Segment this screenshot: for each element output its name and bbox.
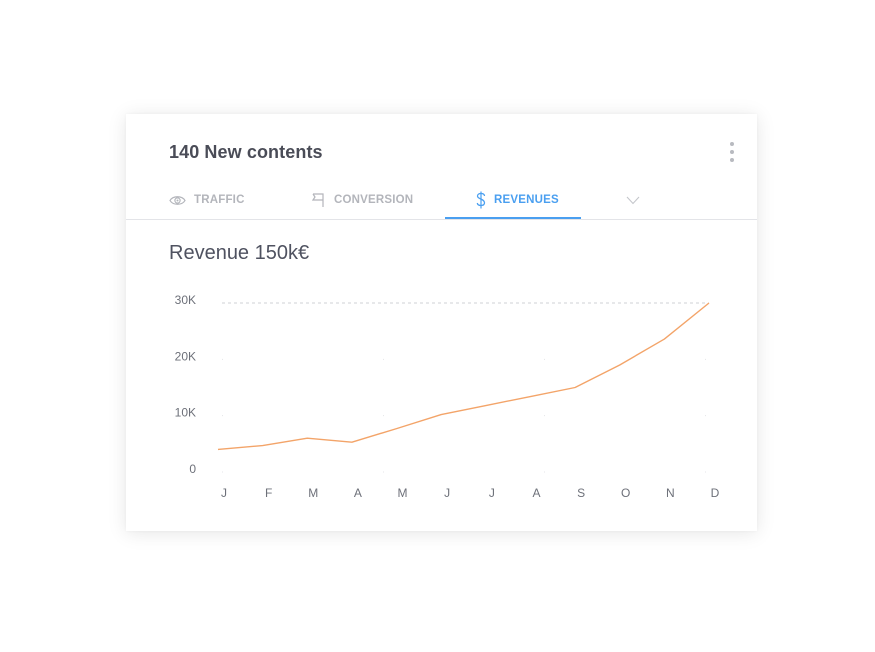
x-tick-label: J bbox=[444, 486, 450, 500]
y-tick-label: 0 bbox=[189, 462, 196, 476]
x-tick-label: F bbox=[265, 486, 272, 500]
revenue-card: 140 New contents TRAFFIC CONVERSION REVE… bbox=[126, 114, 757, 531]
x-tick-label: J bbox=[221, 486, 227, 500]
x-tick-label: M bbox=[398, 486, 408, 500]
x-tick-label: S bbox=[577, 486, 585, 500]
x-tick-label: A bbox=[532, 486, 540, 500]
x-tick-label: D bbox=[711, 486, 720, 500]
revenue-line-chart: 0 10K 20K 30K J F M A M J J A S O N D bbox=[175, 293, 720, 500]
x-tick-label: M bbox=[308, 486, 318, 500]
y-tick-label: 20K bbox=[175, 349, 196, 363]
x-tick-label: N bbox=[666, 486, 675, 500]
x-tick-label: O bbox=[621, 486, 630, 500]
x-tick-label: J bbox=[489, 486, 495, 500]
y-tick-label: 30K bbox=[175, 293, 196, 307]
y-tick-label: 10K bbox=[175, 406, 196, 420]
x-tick-label: A bbox=[354, 486, 362, 500]
series-line-revenue bbox=[217, 302, 710, 451]
